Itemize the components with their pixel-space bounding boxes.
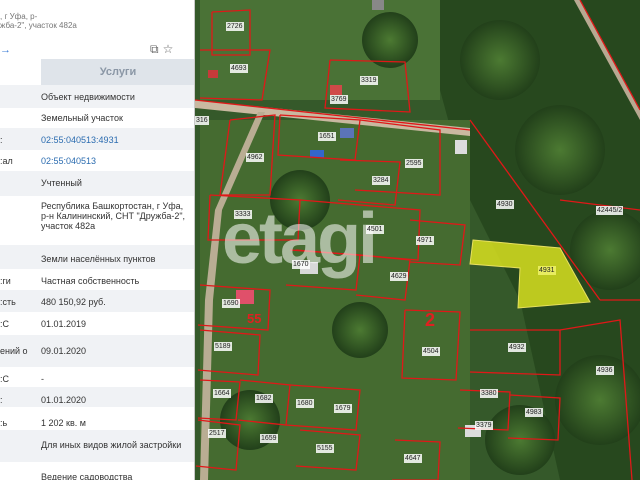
- info-row-object-type: Объект недвижимости: [0, 92, 194, 102]
- info-row-permitted-use: Для иных видов жилой застройки: [0, 440, 194, 450]
- row-value: Учтенный: [41, 178, 82, 188]
- plot-label[interactable]: 4647: [404, 454, 422, 463]
- panel-address-header: , г Уфа, р- жба-2", участок 482а: [0, 12, 160, 30]
- plot-label[interactable]: 4971: [416, 236, 434, 245]
- plot-label[interactable]: 1690: [222, 299, 240, 308]
- row-key: С:: [0, 319, 10, 329]
- plot-label[interactable]: 4504: [422, 347, 440, 356]
- row-value: 01.01.2020: [41, 395, 87, 405]
- zone-label: 55: [247, 311, 262, 326]
- plot-label[interactable]: 1680: [296, 399, 314, 408]
- row-key: ги:: [0, 276, 11, 286]
- address-line: , г Уфа, р-: [0, 12, 38, 21]
- row-value: 480 150,92 руб.: [41, 297, 106, 307]
- info-row-valuation-date: С: 01.01.2019: [0, 319, 194, 329]
- plot-label[interactable]: 1651: [318, 132, 336, 141]
- info-row-ownership: ги: Частная собственность: [0, 276, 194, 286]
- row-value: 1 202 кв. м: [41, 418, 86, 428]
- row-key: сть:: [0, 297, 16, 307]
- plot-label[interactable]: 3379: [475, 421, 493, 430]
- plot-label[interactable]: 1682: [255, 394, 273, 403]
- plot-label[interactable]: 3769: [330, 95, 348, 104]
- plot-label[interactable]: 1679: [334, 404, 352, 413]
- info-row-doc-use: Ведение садоводства: [0, 472, 194, 480]
- plot-label[interactable]: 2517: [208, 429, 226, 438]
- plot-label[interactable]: 4962: [246, 153, 264, 162]
- info-row-dash: С: -: [0, 374, 194, 384]
- cadastral-number-link[interactable]: 02:55:040513:4931: [41, 135, 191, 145]
- plot-label[interactable]: 3333: [234, 210, 252, 219]
- plot-label[interactable]: 4983: [525, 408, 543, 417]
- info-row-cadastral-number: : 02:55:040513:4931: [0, 135, 194, 145]
- info-row-category: Земли населённых пунктов: [0, 254, 194, 264]
- plot-label[interactable]: 2726: [226, 22, 244, 31]
- row-value: Для иных видов жилой застройки: [41, 440, 182, 450]
- row-key: :: [0, 395, 3, 405]
- plot-label[interactable]: 2595: [405, 159, 423, 168]
- plot-label[interactable]: 3284: [372, 176, 390, 185]
- plot-label[interactable]: 1659: [260, 434, 278, 443]
- plot-label[interactable]: 4932: [508, 343, 526, 352]
- plot-label[interactable]: 4693: [230, 64, 248, 73]
- plot-label-selected[interactable]: 4931: [538, 266, 556, 275]
- cadastral-quarter-link[interactable]: 02:55:040513: [41, 156, 191, 166]
- plot-label[interactable]: 3380: [480, 389, 498, 398]
- row-value: Частная собственность: [41, 276, 140, 286]
- info-row-quarter: ал: 02:55:040513: [0, 156, 194, 166]
- arrow-right-icon[interactable]: →: [0, 44, 11, 56]
- panel-toolbar: ⧉ ☆: [150, 42, 177, 57]
- plot-label[interactable]: 5189: [214, 342, 232, 351]
- plot-label[interactable]: 5155: [316, 444, 334, 453]
- plot-label[interactable]: 4629: [390, 272, 408, 281]
- row-key: ь:: [0, 418, 8, 428]
- plot-label[interactable]: 4930: [496, 200, 514, 209]
- row-value: Ведение садоводства: [41, 472, 133, 480]
- row-value: Республика Башкортостан, г Уфа, р-н Кали…: [41, 201, 186, 231]
- row-key: ений о: [0, 346, 28, 356]
- plot-label[interactable]: 1664: [213, 389, 231, 398]
- row-value: -: [41, 374, 44, 384]
- info-row-apply-date: : 01.01.2020: [0, 395, 194, 405]
- info-row-address: Республика Башкортостан, г Уфа, р-н Кали…: [0, 201, 194, 231]
- info-row-status: Учтенный: [0, 178, 194, 188]
- zone-label: 2: [425, 310, 436, 330]
- info-row-info-date: ений о 09.01.2020: [0, 346, 194, 356]
- object-info-panel: , г Уфа, р- жба-2", участок 482а → ⧉ ☆ Ус…: [0, 0, 195, 480]
- plot-label[interactable]: 4936: [596, 366, 614, 375]
- plot-label[interactable]: 4501: [366, 225, 384, 234]
- row-value: 09.01.2020: [41, 346, 87, 356]
- address-line: жба-2", участок 482а: [0, 21, 77, 30]
- row-value: Объект недвижимости: [41, 92, 135, 102]
- plot-label[interactable]: 3319: [360, 76, 378, 85]
- info-row-cadastral-value: сть: 480 150,92 руб.: [0, 297, 194, 307]
- plot-label[interactable]: 1670: [292, 260, 310, 269]
- info-row-kind: Земельный участок: [0, 113, 194, 123]
- plot-label[interactable]: 42445/2: [596, 206, 624, 215]
- row-key: ал:: [0, 156, 13, 166]
- star-icon[interactable]: ☆: [163, 42, 174, 56]
- row-key: :: [0, 135, 3, 145]
- row-value: Земельный участок: [41, 113, 123, 123]
- row-key: С:: [0, 374, 10, 384]
- row-value: Земли населённых пунктов: [41, 254, 156, 264]
- services-tab[interactable]: Услуги: [41, 59, 194, 85]
- share-icon[interactable]: ⧉: [150, 42, 159, 56]
- plot-label[interactable]: 316: [195, 116, 209, 125]
- info-row-area: ь: 1 202 кв. м: [0, 418, 194, 428]
- row-value: 01.01.2019: [41, 319, 87, 329]
